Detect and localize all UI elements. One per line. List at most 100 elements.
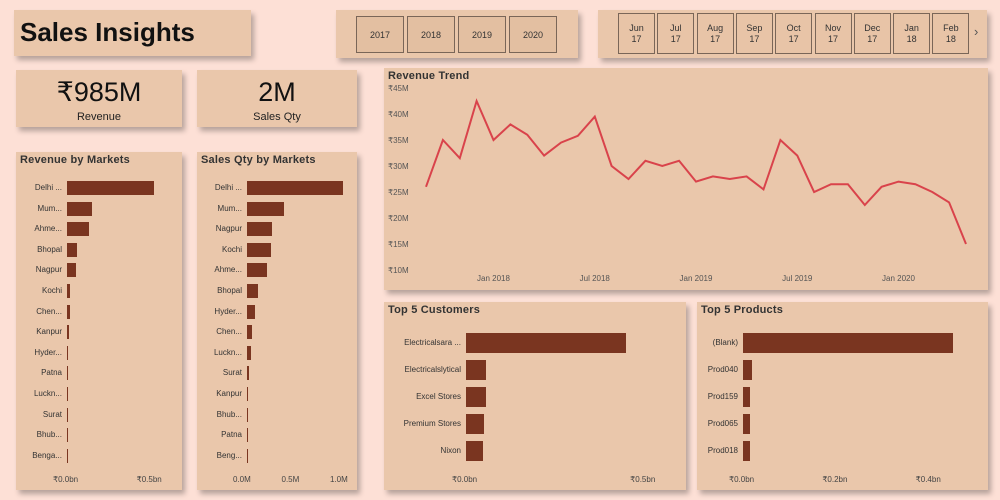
month-button[interactable]: Jan 18 [893,13,931,54]
year-slicer: 2017 2018 2019 2020 [336,10,578,58]
bar[interactable] [466,333,627,353]
revenue-line[interactable] [425,98,967,245]
category-label: Kochi [221,244,242,254]
bar[interactable] [247,387,249,401]
category-label: Bhopal [217,286,242,295]
year-button-2019[interactable]: 2019 [458,16,506,53]
category-label: Benga... [32,450,62,460]
bar[interactable] [67,181,154,195]
month-button[interactable]: Aug 17 [696,13,734,54]
bar[interactable] [743,414,750,434]
month-button[interactable]: Oct 17 [775,13,813,54]
category-label: Nagpur [35,265,62,275]
month-year-label: 17 [631,33,642,44]
bar[interactable] [247,428,248,443]
y-tick-label: ₹25M [388,188,409,197]
bar[interactable] [247,345,251,360]
x-tick-label: 0.0M [233,475,251,484]
month-label: Dec [864,22,881,33]
bar[interactable] [67,201,93,216]
y-tick-label: ₹20M [388,214,409,223]
x-tick-label: Jul 2019 [782,274,813,283]
chart-title: Sales Qty by Markets [201,154,316,166]
category-label: Mum... [217,203,242,213]
bar[interactable] [743,387,750,407]
bar[interactable] [247,325,252,340]
qty-kpi-card: 2M Sales Qty [197,70,357,127]
bar[interactable] [466,441,484,461]
month-button[interactable]: Dec 17 [853,13,891,54]
category-label: Kanpur [36,327,62,337]
category-label: Luckn... [213,347,242,357]
bar[interactable] [247,242,272,257]
bar[interactable] [67,242,78,257]
x-tick-label: ₹0.0bn [53,475,79,484]
category-label: Nagpur [215,224,242,234]
y-tick-label: ₹15M [388,240,409,249]
bar[interactable] [67,407,68,422]
month-label: Nov [824,22,841,33]
year-button-2018[interactable]: 2018 [407,16,455,53]
category-label: (Blank) [712,338,738,347]
y-tick-label: ₹30M [388,162,409,171]
bar[interactable] [743,441,750,461]
bar[interactable] [67,222,89,237]
category-label: Premium Stores [403,419,461,428]
top-customers-chart: Top 5 Customers Electricalsara ... Electr… [384,302,686,490]
bar[interactable] [247,181,344,195]
revenue-label: Revenue [76,111,122,123]
month-label: Jul [670,22,682,33]
category-label: Bhub... [216,409,242,419]
category-label: Chen... [36,306,62,316]
chart-title: Top 5 Customers [388,304,481,316]
bar[interactable] [743,333,953,353]
title-card: Sales Insights [14,10,251,56]
bar[interactable] [466,387,486,407]
bar[interactable] [247,284,258,298]
bar[interactable] [67,448,68,463]
month-year-label: 17 [749,33,760,44]
category-label: Prod065 [707,419,738,428]
year-button-2020[interactable]: 2020 [509,16,557,53]
bar[interactable] [67,284,70,298]
month-button[interactable]: Jul 17 [657,13,695,54]
month-button[interactable]: Feb 18 [932,13,970,54]
month-label: Jan [904,22,919,33]
bar[interactable] [247,222,273,237]
category-label: Delhi ... [34,183,62,192]
month-label: Jun [629,22,644,33]
category-label: Prod159 [707,392,738,401]
chevron-right-icon[interactable]: › [974,24,978,39]
bar[interactable] [247,263,268,278]
bar[interactable] [247,304,255,319]
bar[interactable] [67,366,68,381]
y-tick-label: ₹40M [388,110,409,119]
bar[interactable] [247,366,249,381]
x-tick-label: ₹0.5bn [630,475,656,484]
bar[interactable] [247,407,249,422]
year-button-2017[interactable]: 2017 [356,16,404,53]
category-label: Bhub... [36,430,62,440]
bar[interactable] [67,304,70,319]
bar[interactable] [67,263,77,278]
month-button[interactable]: Nov 17 [814,13,852,54]
month-button[interactable]: Sep 17 [735,13,773,54]
y-tick-label: ₹35M [388,136,409,145]
month-year-label: 18 [906,33,917,44]
bar[interactable] [67,345,69,360]
bar[interactable] [247,448,248,463]
category-label: Hyder... [34,347,62,357]
bar[interactable] [67,387,68,401]
x-tick-label: ₹0.4bn [915,475,941,484]
category-label: Surat [42,409,62,419]
bar[interactable] [247,201,284,216]
revenue-value: ₹985M [56,77,142,107]
top-products-chart: Top 5 Products (Blank) Prod040 Prod159 Prod… [697,302,988,490]
bar[interactable] [466,360,486,380]
bar[interactable] [67,428,68,443]
month-button[interactable]: Jun 17 [618,13,655,54]
bar[interactable] [466,414,484,434]
month-year-label: 18 [945,33,956,44]
bar[interactable] [743,360,753,380]
bar[interactable] [67,325,69,340]
